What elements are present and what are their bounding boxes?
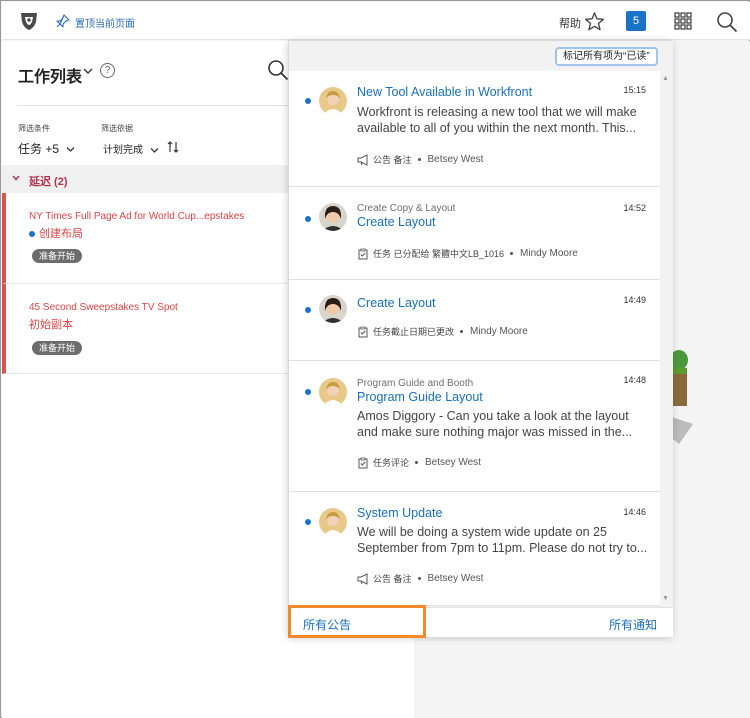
notification-meta: 任务评论 Betsey West	[357, 456, 481, 469]
avatar	[319, 87, 347, 115]
notification-title[interactable]: System Update	[357, 506, 442, 520]
worklist-search-icon[interactable]	[267, 59, 289, 81]
notification-person: Mindy Moore	[520, 248, 578, 259]
work-item-title[interactable]: NY Times Full Page Ad for World Cup...ep…	[29, 211, 244, 222]
notification-person: Betsey West	[427, 154, 484, 165]
unread-dot	[305, 98, 311, 104]
sort-label: 筛选依据	[101, 124, 133, 133]
help-circle-icon[interactable]: ?	[100, 63, 115, 78]
notification-context[interactable]: Program Guide and Booth	[357, 378, 473, 389]
top-navigation-bar: 置顶当前页面 帮助 5	[2, 2, 750, 40]
notification-time: 15:15	[623, 85, 646, 95]
notification-title[interactable]: Create Layout	[357, 296, 436, 310]
avatar	[319, 378, 347, 406]
notification-context[interactable]: Create Copy & Layout	[357, 203, 455, 214]
chevron-down-icon	[150, 147, 159, 153]
unread-dot	[305, 307, 311, 313]
scroll-up-icon[interactable]: ▲	[662, 75, 669, 82]
chevron-down-icon	[66, 147, 75, 153]
notification-type: 任务评论	[373, 458, 410, 468]
sort-dropdown[interactable]: 计划完成	[103, 141, 159, 156]
notification-title[interactable]: Program Guide Layout	[357, 390, 483, 404]
separator-dot	[417, 158, 421, 161]
star-icon[interactable]	[584, 11, 605, 32]
filter-label: 筛选条件	[18, 124, 50, 133]
notifications-header: 标记所有项为“已读”	[289, 41, 673, 71]
notification-time: 14:48	[623, 375, 646, 385]
mark-all-read-button[interactable]: 标记所有项为“已读”	[555, 47, 658, 66]
work-item-status-text: 创建布局	[39, 228, 83, 240]
sort-order-icon[interactable]	[166, 140, 180, 154]
notification-type: 公告 备注	[373, 155, 412, 165]
megaphone-icon	[357, 153, 368, 166]
notifications-dropdown: 标记所有项为“已读” ▲ New Tool Available in Workf…	[288, 40, 673, 637]
notification-meta: 任务 已分配给 繁體中文LB_1016 Mindy Moore	[357, 247, 578, 260]
task-icon	[358, 248, 368, 259]
app-window: 置顶当前页面 帮助 5 工作列表 ? 筛选条件 任务 +5 筛选依据 计划完成 …	[0, 0, 750, 718]
pin-icon[interactable]	[56, 14, 70, 28]
work-item-status: 初始副本	[29, 319, 73, 331]
notifications-list: ▲ New Tool Available in Workfront 15:15 …	[289, 71, 673, 607]
unread-dot	[29, 231, 35, 238]
notification-type: 任务截止日期已更改	[373, 327, 455, 337]
filter-dropdown[interactable]: 任务 +5	[18, 140, 75, 157]
notification-item[interactable]: Create Copy & Layout Create Layout 14:52…	[289, 187, 660, 280]
work-item-title[interactable]: 45 Second Sweepstakes TV Spot	[29, 302, 178, 313]
notification-item[interactable]: System Update 14:46 We will be doing a s…	[289, 492, 660, 606]
notification-body: Amos Diggory - Can you take a look at th…	[357, 409, 633, 439]
help-link[interactable]: 帮助	[559, 15, 581, 31]
notification-title[interactable]: Create Layout	[357, 215, 436, 229]
notification-type: 公告 备注	[373, 574, 412, 584]
task-icon	[358, 326, 368, 337]
notification-title[interactable]: New Tool Available in Workfront	[357, 85, 532, 99]
all-notifications-link[interactable]: 所有通知	[609, 616, 657, 633]
notification-meta: 公告 备注 Betsey West	[357, 572, 483, 585]
highlight-annotation-box	[288, 605, 426, 638]
notification-body: Workfront is releasing a new tool that w…	[357, 105, 637, 135]
notification-meta: 公告 备注 Betsey West	[357, 153, 483, 166]
chevron-down-icon	[12, 175, 20, 181]
separator-dot	[415, 461, 419, 464]
notification-meta: 任务截止日期已更改 Mindy Moore	[357, 325, 528, 338]
notification-time: 14:52	[623, 203, 646, 213]
avatar	[319, 203, 347, 231]
unread-dot	[305, 216, 311, 222]
avatar	[319, 295, 347, 323]
notification-item[interactable]: New Tool Available in Workfront 15:15 Wo…	[289, 71, 660, 187]
sort-value: 计划完成	[103, 145, 143, 156]
separator-dot	[460, 330, 464, 333]
workfront-logo-icon[interactable]	[18, 10, 40, 32]
notification-type: 任务 已分配给 繁體中文LB_1016	[373, 249, 505, 259]
search-icon[interactable]	[716, 11, 738, 33]
notification-body: We will be doing a system wide update on…	[357, 525, 648, 555]
task-icon	[358, 457, 368, 468]
status-badge[interactable]: 准备开始	[32, 249, 83, 263]
notification-time: 14:46	[623, 507, 646, 517]
notifications-button[interactable]: 5	[626, 11, 646, 31]
chevron-down-icon[interactable]	[83, 67, 93, 75]
notification-person: Mindy Moore	[470, 326, 528, 337]
filter-value: 任务 +5	[18, 142, 60, 156]
group-label: 延迟 (2)	[29, 176, 68, 188]
divider	[17, 105, 292, 106]
separator-dot	[417, 577, 421, 580]
scroll-down-icon[interactable]: ▼	[662, 595, 669, 602]
avatar	[319, 508, 347, 536]
notification-person: Betsey West	[425, 457, 481, 468]
status-badge[interactable]: 准备开始	[32, 341, 83, 355]
notification-time: 14:49	[623, 295, 646, 305]
unread-dot	[305, 389, 311, 395]
separator-dot	[510, 252, 514, 255]
notification-item[interactable]: Create Layout 14:49 任务截止日期已更改 Mindy Moore	[289, 280, 660, 361]
notification-item[interactable]: Program Guide and Booth Program Guide La…	[289, 361, 660, 492]
work-item-status: 创建布局	[29, 225, 83, 241]
unread-dot	[305, 519, 311, 525]
app-grid-icon[interactable]	[674, 12, 692, 30]
megaphone-icon	[357, 572, 368, 585]
notification-person: Betsey West	[427, 573, 484, 584]
worklist-title[interactable]: 工作列表	[18, 63, 82, 87]
pin-current-page-link[interactable]: 置顶当前页面	[75, 15, 135, 30]
